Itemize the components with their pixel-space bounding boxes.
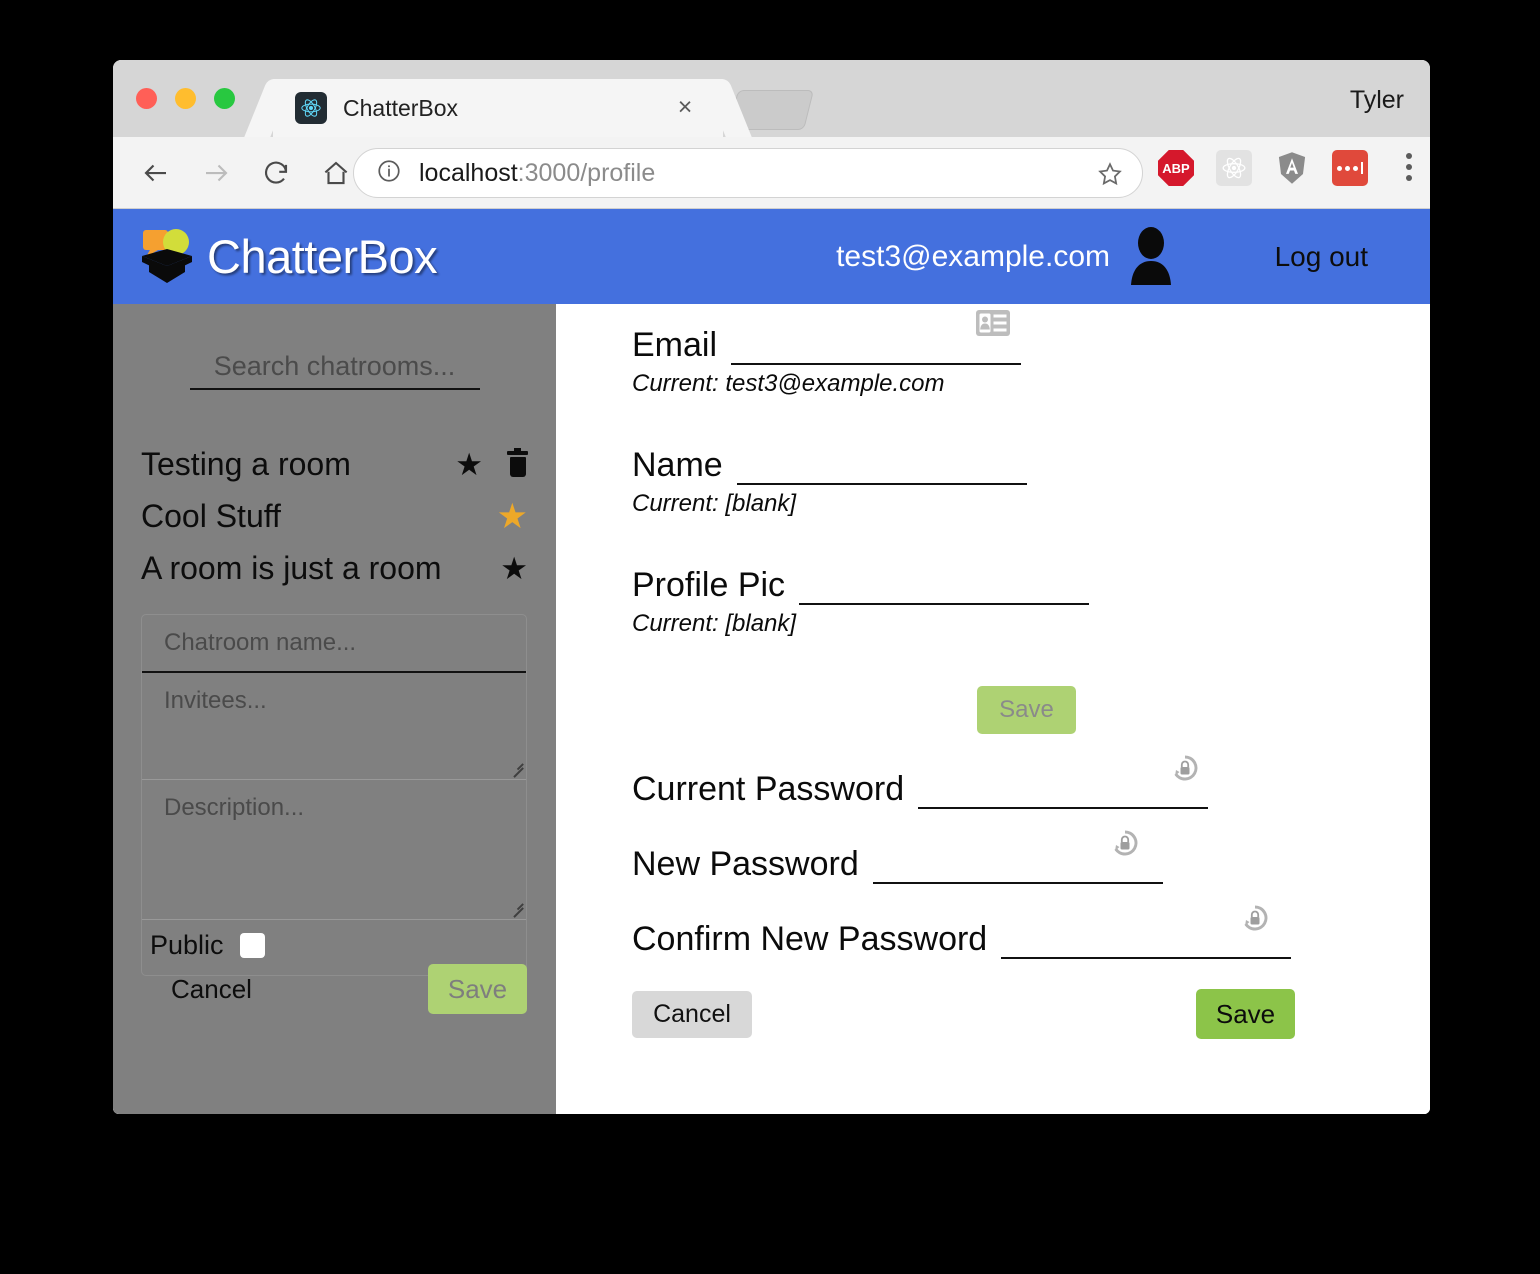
address-bar[interactable]: localhost:3000/profile — [353, 148, 1143, 198]
lock-reset-icon — [1110, 829, 1140, 859]
email-input-wrapper[interactable] — [731, 331, 1022, 365]
save-profile-button[interactable]: Save — [977, 686, 1076, 734]
browser-menu-icon[interactable] — [1406, 153, 1412, 181]
chatroom-list: Testing a room ★ Cool Stuff ★ A room is … — [113, 438, 556, 594]
browser-tab-active[interactable]: ChatterBox × — [273, 79, 723, 137]
adblock-plus-icon[interactable]: ABP — [1158, 150, 1194, 186]
invitees-textarea[interactable] — [142, 673, 526, 780]
react-icon — [295, 92, 327, 124]
name-field-block: Name Current: [blank] — [632, 446, 1430, 518]
chatroom-name-input[interactable] — [142, 615, 526, 673]
url-host: localhost — [419, 158, 518, 187]
chatroom-list-item[interactable]: Testing a room ★ — [141, 438, 528, 490]
reload-icon[interactable] — [253, 150, 299, 196]
lock-reset-icon — [1240, 904, 1270, 934]
info-icon[interactable] — [376, 158, 402, 189]
browser-tab-title: ChatterBox — [343, 94, 459, 121]
browser-window: ChatterBox × Tyler localhost:3000/profil… — [113, 60, 1430, 1114]
current-password-input[interactable] — [918, 775, 1209, 807]
address-bar-text: localhost:3000/profile — [419, 159, 655, 188]
email-field-row: Email — [632, 310, 1430, 365]
chatterbox-logo-icon — [135, 226, 199, 288]
current-password-row: Current Password — [632, 755, 1430, 809]
email-field-block: Email Current: test3@example.com — [632, 310, 1430, 398]
delete-trash-icon[interactable] — [507, 448, 528, 477]
minimize-window-button[interactable] — [175, 88, 196, 109]
current-password-label: Current Password — [632, 770, 905, 808]
chatroom-name[interactable]: Cool Stuff — [141, 498, 281, 535]
new-password-block: New Password — [632, 830, 1430, 884]
browser-toolbar: localhost:3000/profile ABP — [113, 137, 1430, 209]
window-controls — [136, 88, 235, 109]
name-input-wrapper[interactable] — [736, 451, 1027, 485]
new-password-row: New Password — [632, 830, 1430, 884]
create-form-cancel-button[interactable]: Cancel — [171, 974, 252, 1005]
url-path: :3000/profile — [517, 158, 656, 187]
email-label: Email — [632, 326, 718, 364]
forward-icon[interactable] — [193, 150, 239, 196]
description-textarea[interactable] — [142, 780, 526, 920]
angular-devtools-icon[interactable] — [1274, 150, 1310, 186]
confirm-password-block: Confirm New Password — [632, 905, 1430, 959]
chatroom-name[interactable]: A room is just a room — [141, 550, 442, 587]
create-form-actions: Cancel Save — [141, 964, 527, 1014]
header-user-email: test3@example.com — [836, 239, 1110, 273]
logout-button[interactable]: Log out — [1275, 241, 1368, 273]
password-form-actions: Cancel Save — [632, 989, 1295, 1039]
favorite-star-icon[interactable]: ★ — [455, 449, 483, 480]
bookmark-star-icon[interactable] — [1096, 160, 1124, 193]
lock-reset-icon — [1170, 754, 1200, 784]
password-cancel-button[interactable]: Cancel — [632, 990, 752, 1038]
sidebar: Testing a room ★ Cool Stuff ★ A roo — [113, 304, 556, 1114]
more-extension-icon[interactable] — [1332, 150, 1368, 186]
extension-icons: ABP — [1158, 150, 1368, 186]
confirm-password-row: Confirm New Password — [632, 905, 1430, 959]
app-header: ChatterBox test3@example.com Log out — [113, 209, 1430, 304]
tab-strip: ChatterBox × Tyler — [113, 60, 1430, 137]
chatroom-list-item[interactable]: A room is just a room ★ — [141, 542, 528, 594]
chatroom-list-item[interactable]: Cool Stuff ★ — [141, 490, 528, 542]
chatroom-actions: ★ — [500, 553, 528, 584]
chatroom-actions: ★ — [497, 499, 528, 534]
profile-pic-input[interactable] — [799, 571, 1090, 603]
create-form-save-button[interactable]: Save — [428, 964, 527, 1014]
chatroom-actions: ★ — [455, 448, 528, 480]
public-checkbox[interactable] — [239, 933, 265, 958]
name-label: Name — [632, 446, 723, 484]
public-label: Public — [150, 930, 224, 960]
create-chatroom-form: Public — [141, 614, 527, 976]
name-input[interactable] — [736, 451, 1027, 483]
profile-panel: Email Current: test3@example.com Name Cu… — [556, 304, 1430, 1114]
name-field-row: Name — [632, 446, 1430, 485]
search-chatrooms-wrapper — [189, 351, 480, 390]
current-password-block: Current Password — [632, 755, 1430, 809]
close-window-button[interactable] — [136, 88, 157, 109]
user-avatar-icon[interactable] — [1122, 226, 1180, 288]
favorite-star-icon[interactable]: ★ — [500, 553, 528, 584]
favorite-star-icon-active[interactable]: ★ — [497, 499, 528, 534]
back-icon[interactable] — [133, 150, 179, 196]
browser-profile-name[interactable]: Tyler — [1350, 86, 1404, 115]
profile-pic-input-wrapper[interactable] — [799, 571, 1090, 605]
email-current-value: Current: test3@example.com — [632, 370, 945, 397]
profile-pic-field-block: Profile Pic Current: [blank] — [632, 566, 1430, 638]
maximize-window-button[interactable] — [214, 88, 235, 109]
password-save-button[interactable]: Save — [1196, 989, 1295, 1039]
app-brand-title: ChatterBox — [207, 230, 438, 283]
name-current-value: Current: [blank] — [632, 490, 797, 517]
profile-pic-current-value: Current: [blank] — [632, 610, 797, 637]
new-password-label: New Password — [632, 845, 859, 883]
profile-pic-label: Profile Pic — [632, 566, 786, 604]
confirm-password-label: Confirm New Password — [632, 920, 988, 958]
chatterbox-app: ChatterBox test3@example.com Log out Tes… — [113, 209, 1430, 1114]
react-devtools-icon[interactable] — [1216, 150, 1252, 186]
id-card-icon — [976, 310, 1010, 336]
chatroom-name[interactable]: Testing a room — [141, 446, 351, 483]
search-chatrooms-input[interactable] — [189, 351, 480, 382]
current-password-input-wrapper[interactable] — [918, 775, 1209, 809]
close-tab-icon[interactable]: × — [673, 95, 697, 120]
profile-pic-field-row: Profile Pic — [632, 566, 1430, 605]
